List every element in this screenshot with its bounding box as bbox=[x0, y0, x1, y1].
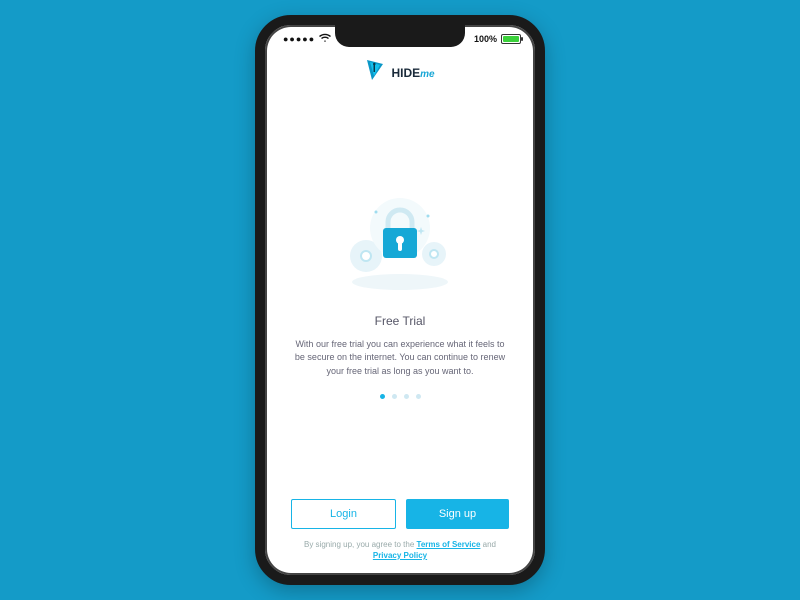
page-dot[interactable] bbox=[380, 394, 385, 399]
logo-text: HIDEme bbox=[391, 66, 434, 80]
login-button[interactable]: Login bbox=[291, 499, 396, 529]
privacy-link[interactable]: Privacy Policy bbox=[373, 551, 427, 560]
notch bbox=[335, 25, 465, 47]
page-dot[interactable] bbox=[416, 394, 421, 399]
legal-prefix: By signing up, you agree to the bbox=[304, 540, 417, 549]
page-dot[interactable] bbox=[404, 394, 409, 399]
slide-description: With our free trial you can experience w… bbox=[290, 338, 510, 379]
legal-text: By signing up, you agree to the Terms of… bbox=[265, 537, 535, 575]
logo-mark-icon bbox=[365, 59, 385, 86]
battery-icon bbox=[501, 34, 521, 44]
cta-row: Login Sign up bbox=[265, 499, 535, 537]
signup-button[interactable]: Sign up bbox=[406, 499, 509, 529]
app-logo: HIDEme bbox=[265, 53, 535, 86]
legal-middle: and bbox=[480, 540, 496, 549]
battery-percent: 100% bbox=[474, 34, 497, 44]
signal-dots-icon: ●●●●● bbox=[283, 34, 315, 44]
slide-title: Free Trial bbox=[375, 314, 426, 328]
wifi-icon bbox=[319, 33, 331, 45]
page-dot[interactable] bbox=[392, 394, 397, 399]
page-indicator[interactable] bbox=[380, 394, 421, 399]
lock-illustration-icon bbox=[330, 186, 470, 296]
terms-link[interactable]: Terms of Service bbox=[417, 540, 481, 549]
onboarding-slide: Free Trial With our free trial you can e… bbox=[265, 86, 535, 499]
phone-frame: ●●●●● 100% HIDEme bbox=[255, 15, 545, 585]
